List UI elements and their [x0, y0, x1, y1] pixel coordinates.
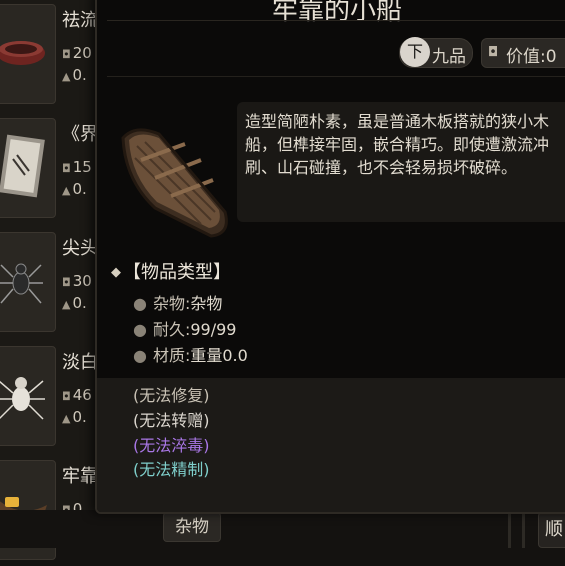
- bowl-icon: [0, 41, 45, 65]
- attribute-value: 杂物: [190, 294, 223, 313]
- divider: [107, 20, 565, 21]
- description-box: 造型简陋朴素，虽是普通木板搭就的狭小木船，但榫接牢固，嵌合精巧。即使遭激流冲刷、…: [237, 102, 565, 222]
- inventory-item[interactable]: 《界 ◘ 15 ▲ 0.: [0, 114, 100, 224]
- attribute-row: ● 杂物:杂物: [133, 290, 222, 314]
- item-title: 牢靠的小船: [271, 0, 402, 26]
- flag-no-poison: (无法淬毒): [133, 436, 210, 455]
- grade-icon: 下: [400, 37, 430, 67]
- item-weight-text: 0.: [72, 294, 87, 312]
- item-weight-text: 0.: [72, 66, 87, 84]
- bullet-icon: ●: [133, 320, 147, 339]
- attribute-row: ● 耐久:99/99: [133, 316, 236, 340]
- diamond-icon: ◆: [111, 265, 121, 280]
- inventory-item[interactable]: 祛流 ◘ 20 ▲ 0.: [0, 0, 100, 110]
- grade-text: 九品: [432, 47, 466, 67]
- flag-no-repair: (无法修复): [133, 386, 210, 405]
- item-value-text: 46: [72, 386, 92, 404]
- value-badge: ◘ 价值:0: [481, 38, 565, 68]
- item-value: ◘ 30: [62, 272, 92, 290]
- item-value: ◘ 20: [62, 44, 92, 62]
- bullet-icon: ●: [133, 346, 147, 365]
- item-name: 尖头: [62, 238, 98, 259]
- attribute-label: 材质:: [152, 346, 191, 365]
- attribute-row: ● 材质:重量0.0: [133, 342, 248, 366]
- inventory-item[interactable]: 尖头 ◘ 30 ▲ 0.: [0, 228, 100, 338]
- value-icon: ◘: [62, 48, 71, 61]
- weight-icon: ▲: [62, 298, 71, 311]
- weight-icon: ▲: [62, 412, 71, 425]
- item-weight: ▲ 0.: [62, 294, 87, 312]
- weight-icon: ▲: [62, 184, 71, 197]
- item-weight: ▲ 0.: [62, 180, 87, 198]
- attribute-value: 99/99: [190, 320, 237, 339]
- item-thumbnail: [0, 232, 56, 332]
- item-value-text: 30: [72, 272, 92, 290]
- item-tooltip: 牢靠的小船 下 九品 ◘ 价值:0 造型简陋朴素，虽是普通木板搭就的狭小木船，但…: [95, 0, 565, 514]
- flag-no-refine: (无法精制): [133, 460, 210, 479]
- value-icon: ◘: [62, 390, 71, 403]
- divider: [522, 512, 525, 548]
- item-weight-text: 0.: [72, 180, 87, 198]
- section-title: 【物品类型】: [123, 262, 231, 283]
- item-thumbnail: [0, 346, 56, 446]
- attribute-value: 重量0.0: [190, 346, 248, 365]
- item-value: ◘ 15: [62, 158, 92, 176]
- divider: [107, 76, 565, 77]
- value-icon: ◘: [488, 45, 499, 60]
- item-weight-text: 0.: [72, 408, 87, 426]
- item-thumbnail: [0, 4, 56, 104]
- item-value-text: 20: [72, 44, 92, 62]
- value-text: 价值:0: [506, 47, 557, 67]
- item-name: 《界: [62, 124, 98, 145]
- spider-icon: [0, 263, 43, 304]
- item-weight: ▲ 0.: [62, 408, 87, 426]
- category-tab[interactable]: 杂物: [163, 512, 221, 542]
- item-name: 牢靠: [62, 466, 98, 487]
- flag-no-gift: (无法转赠): [133, 411, 210, 430]
- attribute-label: 杂物:: [152, 294, 191, 313]
- item-value: ◘ 46: [62, 386, 92, 404]
- item-name: 淡白: [62, 352, 98, 373]
- weight-icon: ▲: [62, 70, 71, 83]
- divider: [508, 512, 511, 548]
- item-name: 祛流: [62, 10, 98, 31]
- grade-badge: 下 九品: [399, 37, 473, 68]
- sort-button[interactable]: 顺: [538, 512, 565, 548]
- item-thumbnail: [0, 118, 56, 218]
- boat-illustration: [121, 128, 228, 238]
- inventory-list: 祛流 ◘ 20 ▲ 0. 《界 ◘ 15 ▲ 0. 尖头 ◘ 30 ▲ 0. 淡…: [0, 0, 100, 560]
- inventory-item[interactable]: 淡白 ◘ 46 ▲ 0.: [0, 342, 100, 452]
- value-icon: ◘: [62, 276, 71, 289]
- bottom-strip: [0, 510, 565, 548]
- white-spider-icon: [0, 377, 45, 420]
- book-icon: [0, 134, 45, 198]
- section-heading: ◆ 【物品类型】: [111, 258, 231, 284]
- item-value-text: 15: [72, 158, 92, 176]
- attribute-label: 耐久:: [152, 320, 191, 339]
- value-icon: ◘: [62, 162, 71, 175]
- bullet-icon: ●: [133, 294, 147, 313]
- item-description: 造型简陋朴素，虽是普通木板搭就的狭小木船，但榫接牢固，嵌合精巧。即使遭激流冲刷、…: [245, 112, 550, 177]
- item-weight: ▲ 0.: [62, 66, 87, 84]
